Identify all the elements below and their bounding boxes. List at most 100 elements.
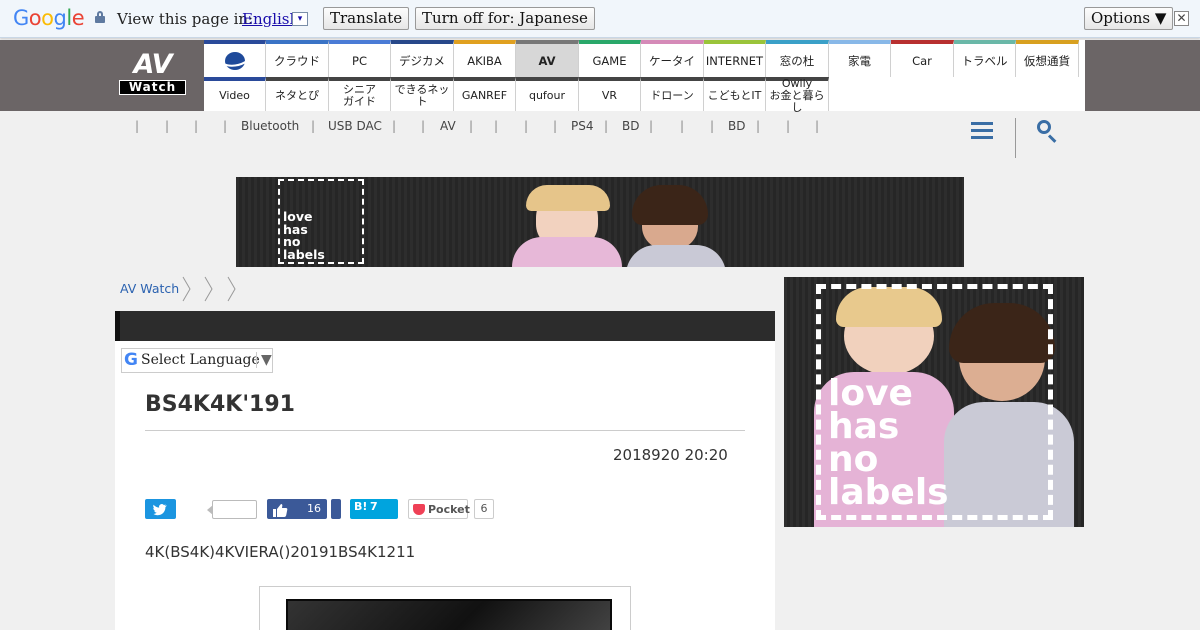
nav-item[interactable]: INTERNET xyxy=(704,40,766,77)
translate-bar: Google View this page in: English ▾ Tran… xyxy=(0,0,1200,38)
nav-item[interactable]: こどもとIT xyxy=(704,77,766,111)
ad-slogan: love has no labels xyxy=(283,209,325,262)
nav-item-home[interactable] xyxy=(204,40,266,77)
twitter-icon xyxy=(153,504,167,516)
nav-item-label: PC xyxy=(352,53,367,68)
chevron-down-icon: ▼ xyxy=(256,352,272,368)
nav-item[interactable]: 窓の杜 xyxy=(766,40,829,77)
twitter-count xyxy=(212,500,257,519)
submenu-separator: | xyxy=(553,119,558,133)
submenu-separator: | xyxy=(815,119,820,133)
language-link[interactable]: English xyxy=(242,10,299,28)
submenu-link[interactable]: BD xyxy=(728,119,745,133)
submenu-separator: | xyxy=(494,119,499,133)
nav-item[interactable]: AKIBA xyxy=(454,40,516,77)
child-shirt-right xyxy=(626,245,726,267)
submenu-separator: | xyxy=(469,119,474,133)
breadcrumb-home[interactable]: AV Watch xyxy=(120,281,179,296)
logo-watch: Watch xyxy=(119,80,186,95)
nav-item[interactable]: 仮想通貨 xyxy=(1016,40,1079,77)
nav-item[interactable]: AV xyxy=(516,40,579,77)
language-select[interactable]: G Select Language ▼ xyxy=(121,348,273,373)
nav-item[interactable]: qufour xyxy=(516,77,579,111)
translate-prompt: View this page in: xyxy=(117,10,254,28)
nav-item-label: ネタとぴ xyxy=(275,89,319,102)
nav-item[interactable]: ネタとぴ xyxy=(266,77,329,111)
nav-item-label: VR xyxy=(601,89,618,102)
nav-item[interactable]: できるネット xyxy=(391,77,454,111)
nav-item-label: AV xyxy=(538,53,556,68)
nav-item-label: トラベル xyxy=(961,53,1008,68)
article-image[interactable] xyxy=(259,586,631,630)
submenu-separator: | xyxy=(223,119,228,133)
nav-item[interactable]: トラベル xyxy=(954,40,1016,77)
site-logo[interactable]: AV Watch xyxy=(119,50,186,95)
submenu-link[interactable]: Bluetooth xyxy=(241,119,299,133)
nav-item[interactable]: シニア ガイド xyxy=(329,77,391,111)
nav-item-label: Car xyxy=(912,53,932,68)
submenu-link[interactable]: AV xyxy=(440,119,456,133)
submenu-separator: | xyxy=(165,119,170,133)
article-lead: 4K(BS4K)4KVIERA()20191BS4K1211 xyxy=(145,543,416,561)
submenu-separator: | xyxy=(421,119,426,133)
nav-item-label: GANREF xyxy=(461,89,508,102)
submenu-separator: | xyxy=(680,119,685,133)
pocket-icon xyxy=(413,504,425,515)
translate-button[interactable]: Translate xyxy=(323,7,410,30)
nav-item-label: ドローン xyxy=(650,89,694,102)
facebook-share-button[interactable] xyxy=(331,499,341,519)
facebook-like-button[interactable]: 16 xyxy=(267,499,327,519)
turn-off-button[interactable]: Turn off for: Japanese xyxy=(415,7,595,30)
nav-item[interactable]: VR xyxy=(579,77,641,111)
count-pointer xyxy=(207,505,213,515)
submenu-separator: | xyxy=(649,119,654,133)
sidebar-ad[interactable]: love has no labels xyxy=(784,277,1084,527)
language-select-label: Select Language xyxy=(141,352,260,368)
site-nav: クラウド PC デジカメ AKIBA AV GAME ケータイ INTERNET 窓の杜 家電 Ca… xyxy=(204,40,1085,114)
hatena-bookmark-button[interactable]: B! 7 xyxy=(350,499,398,519)
nav-item[interactable]: ケータイ xyxy=(641,40,704,77)
nav-item[interactable]: Car xyxy=(891,40,954,77)
pocket-count: 6 xyxy=(474,499,494,519)
nav-item-label: クラウド xyxy=(274,53,320,68)
nav-item-label: GAME xyxy=(592,53,627,68)
nav-item-label: 窓の杜 xyxy=(779,53,815,68)
nav-item[interactable]: GAME xyxy=(579,40,641,77)
search-icon[interactable] xyxy=(1037,120,1059,143)
nav-item[interactable]: ドローン xyxy=(641,77,704,111)
google-logo: Google xyxy=(13,6,85,30)
language-dropdown-icon[interactable]: ▾ xyxy=(292,12,308,26)
child-hair-left xyxy=(526,185,610,211)
article-date: 2018920 20:20 xyxy=(613,446,728,464)
nav-item[interactable]: デジカメ xyxy=(391,40,454,77)
lock-icon xyxy=(95,11,105,23)
article-header-bar xyxy=(115,311,775,341)
nav-item[interactable]: Owlly お金と暮らし xyxy=(766,77,829,114)
thumbs-up-icon xyxy=(273,504,288,517)
pocket-button[interactable]: Pocket xyxy=(408,499,470,519)
nav-item[interactable]: 家電 xyxy=(829,40,891,77)
logo-av: AV xyxy=(133,49,173,80)
submenu-link[interactable]: USB DAC xyxy=(328,119,382,133)
submenu-separator: | xyxy=(194,119,199,133)
submenu-separator: | xyxy=(604,119,609,133)
submenu-separator: | xyxy=(135,119,140,133)
nav-item[interactable]: PC xyxy=(329,40,391,77)
submenu-link[interactable]: PS4 xyxy=(571,119,594,133)
submenu-separator: | xyxy=(756,119,761,133)
options-button[interactable]: Options ▼ xyxy=(1084,7,1174,30)
menu-icon[interactable] xyxy=(971,122,993,140)
article-title: BS4K4K'191 xyxy=(145,392,295,417)
nav-item-label: できるネット xyxy=(394,83,450,108)
banner-ad[interactable]: love has no labels xyxy=(236,177,964,267)
nav-item[interactable]: GANREF xyxy=(454,77,516,111)
ad-slogan: love has no labels xyxy=(828,373,949,514)
twitter-share-button[interactable] xyxy=(145,499,176,519)
nav-item[interactable]: Video xyxy=(204,77,266,111)
nav-item-label: こどもとIT xyxy=(707,89,762,102)
submenu-link[interactable]: BD xyxy=(622,119,639,133)
submenu-separator: | xyxy=(311,119,316,133)
nav-item[interactable]: クラウド xyxy=(266,40,329,77)
close-icon[interactable]: ✕ xyxy=(1174,11,1189,26)
nav-item-label: シニア ガイド xyxy=(343,83,376,108)
